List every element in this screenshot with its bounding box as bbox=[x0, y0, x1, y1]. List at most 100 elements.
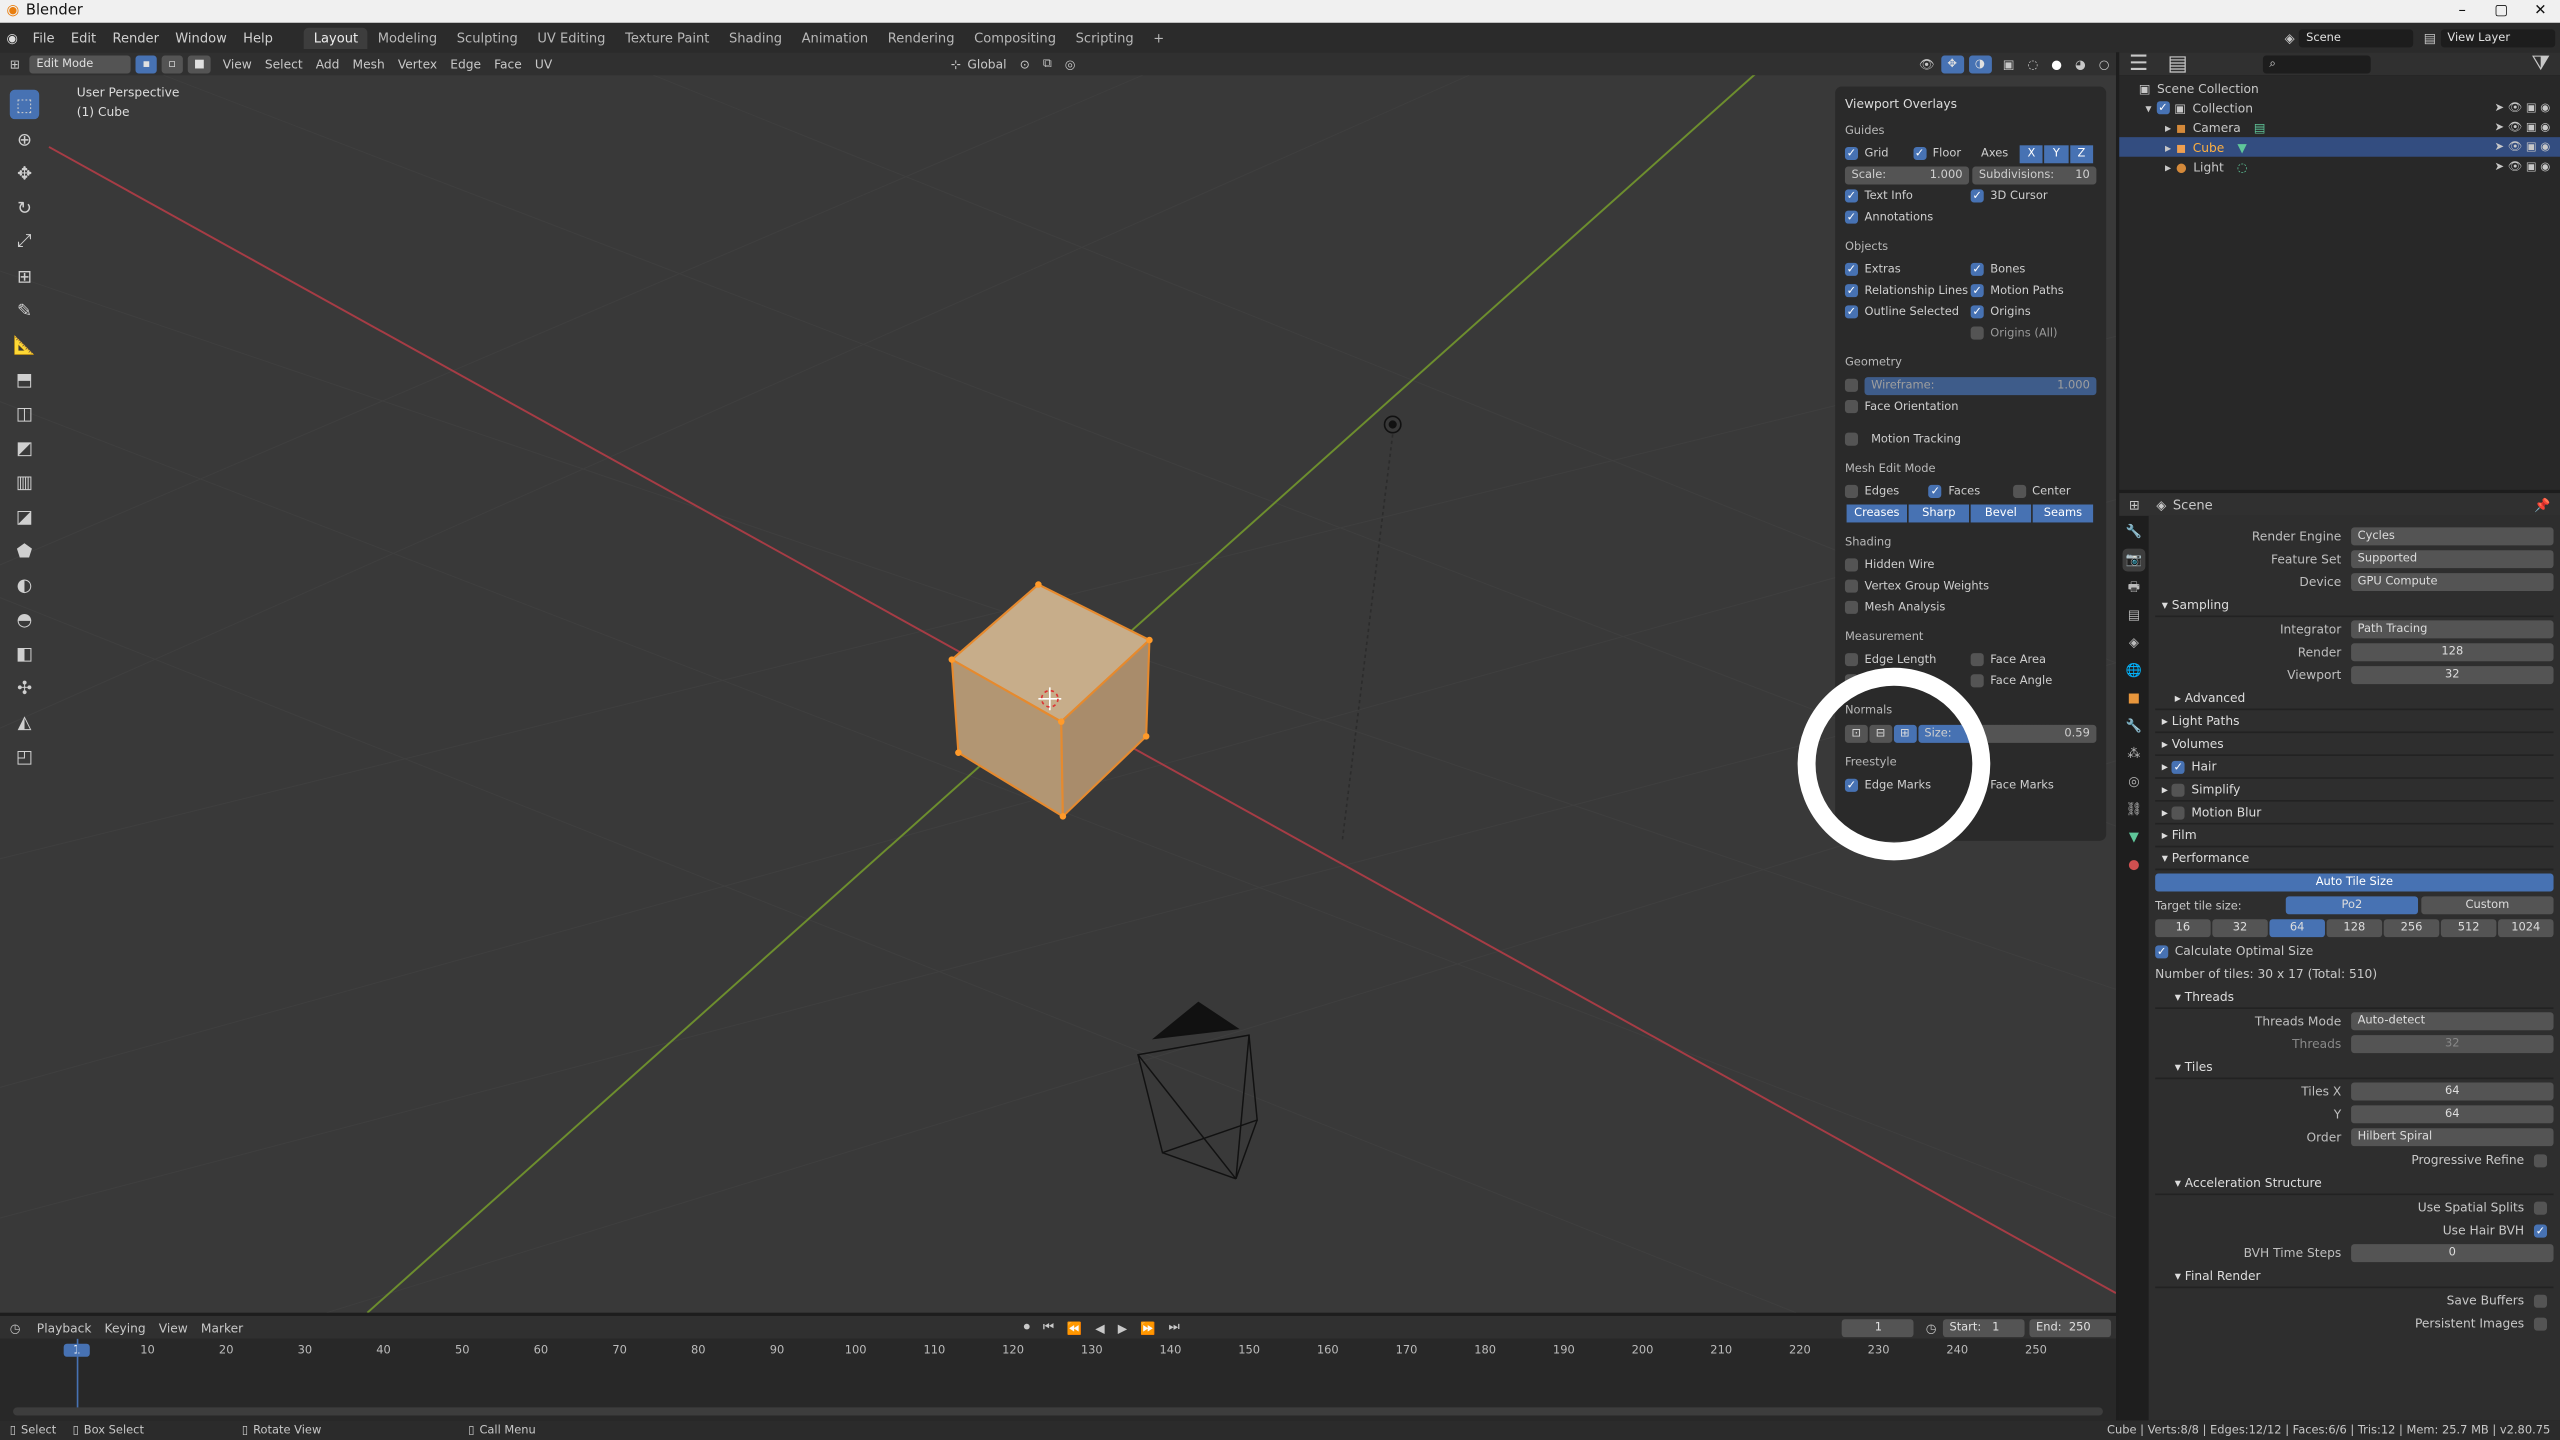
grid-scale-field[interactable]: Scale: 1.000 bbox=[1844, 165, 1970, 184]
device-dropdown[interactable]: GPU Compute bbox=[2351, 573, 2554, 592]
outliner-row-camera[interactable]: ▸ ◼ Camera ▤ ➤ 👁 ▣ ◉ bbox=[2119, 118, 2560, 138]
transform-tool-icon[interactable]: ⊞ bbox=[10, 261, 39, 290]
world-tab-icon[interactable]: 🌐 bbox=[2123, 660, 2146, 683]
poly-build-tool-icon[interactable]: ⬟ bbox=[10, 536, 39, 565]
timeline-area[interactable]: 1102030405060708090100110120130140150160… bbox=[0, 1338, 2116, 1421]
motion-paths-checkbox[interactable]: ✓ Motion Paths bbox=[1970, 284, 2097, 298]
axis-x-toggle[interactable]: X bbox=[2019, 144, 2044, 163]
face-angle-checkbox[interactable]: Face Angle bbox=[1970, 674, 2097, 688]
vertex-select-mode-button[interactable]: ▪ bbox=[135, 54, 157, 73]
feature-set-dropdown[interactable]: Supported bbox=[2351, 550, 2554, 569]
wireframe-slider[interactable]: Wireframe: 1.000 bbox=[1864, 376, 2097, 395]
grid-checkbox[interactable]: ✓ Grid bbox=[1844, 146, 1913, 161]
motion-tracking-checkbox[interactable]: Motion Tracking bbox=[1844, 432, 2096, 446]
data-tab-icon[interactable]: ▼ bbox=[2123, 826, 2146, 849]
progressive-refine-checkbox[interactable]: Progressive Refine bbox=[2155, 1149, 2553, 1170]
mode-selector[interactable]: Edit Mode bbox=[29, 54, 132, 73]
film-panel-header[interactable]: ▸ Film bbox=[2155, 825, 2554, 848]
viewport-menu-view[interactable]: View bbox=[216, 56, 258, 71]
outliner-row-scene-collection[interactable]: ▣ Scene Collection bbox=[2119, 78, 2560, 98]
workspace-tab-layout[interactable]: Layout bbox=[303, 26, 368, 49]
properties-editor-icon[interactable]: ⊞ bbox=[2119, 497, 2150, 512]
3d-viewport[interactable]: User Perspective (1) Cube bbox=[0, 75, 2116, 1313]
maximize-button[interactable]: ▢ bbox=[2482, 3, 2521, 19]
timeline-scrollbar[interactable] bbox=[13, 1407, 2103, 1416]
scene-tab-icon[interactable]: ◈ bbox=[2123, 632, 2146, 655]
row-icons[interactable]: ➤ 👁 ▣ ◉ bbox=[2495, 101, 2560, 114]
extras-checkbox[interactable]: ✓ Extras bbox=[1844, 262, 1971, 276]
render-tab-icon[interactable]: 📷 bbox=[2122, 548, 2146, 572]
edge-length-checkbox[interactable]: Edge Length bbox=[1844, 653, 1971, 667]
jump-start-icon[interactable]: ⏮ bbox=[1036, 1319, 1060, 1335]
viewport-menu-face[interactable]: Face bbox=[488, 56, 529, 71]
creases-toggle[interactable]: Creases bbox=[1846, 503, 1907, 522]
overlay-toggle-button[interactable]: ◑ bbox=[1968, 54, 1992, 73]
threads-panel-header[interactable]: ▾ Threads bbox=[2155, 986, 2554, 1010]
transform-orientation-selector[interactable]: Global bbox=[961, 56, 1013, 71]
vertex-group-weights-checkbox[interactable]: Vertex Group Weights bbox=[1844, 579, 2096, 593]
cursor-tool-icon[interactable]: ⊕ bbox=[10, 124, 39, 153]
pin-icon[interactable]: 📌 bbox=[2524, 497, 2560, 512]
tiles-y-field[interactable]: 64 bbox=[2351, 1105, 2554, 1124]
origins-all-checkbox[interactable]: Origins (All) bbox=[1970, 326, 2097, 340]
po2-toggle[interactable]: Po2 bbox=[2285, 896, 2419, 915]
face-marks-checkbox[interactable]: ✓ Face Marks bbox=[1970, 778, 2097, 792]
3d-cursor-checkbox[interactable]: ✓ 3D Cursor bbox=[1970, 189, 2097, 203]
outliner-row-collection[interactable]: ▾ ✓ ▣ Collection ➤ 👁 ▣ ◉ bbox=[2119, 98, 2560, 118]
inset-tool-icon[interactable]: ◫ bbox=[10, 398, 39, 427]
simplify-panel-header[interactable]: ▸ Simplify bbox=[2155, 779, 2554, 802]
bvh-time-steps-field[interactable]: 0 bbox=[2351, 1244, 2554, 1263]
sampling-panel-header[interactable]: ▾ Sampling bbox=[2155, 594, 2554, 618]
persistent-images-checkbox[interactable]: Persistent Images bbox=[2155, 1313, 2553, 1334]
viewport-samples-field[interactable]: 32 bbox=[2351, 666, 2554, 685]
wireframe-shading-icon[interactable]: ◌ bbox=[2021, 56, 2045, 71]
rotate-tool-icon[interactable]: ↻ bbox=[10, 193, 39, 222]
tool-tab-icon[interactable]: 🔧 bbox=[2123, 521, 2146, 544]
constraints-tab-icon[interactable]: ⛓ bbox=[2123, 798, 2146, 821]
spin-tool-icon[interactable]: ◐ bbox=[10, 570, 39, 599]
workspace-tab-compositing[interactable]: Compositing bbox=[964, 27, 1065, 48]
integrator-dropdown[interactable]: Path Tracing bbox=[2351, 620, 2554, 639]
modifier-tab-icon[interactable]: 🔧 bbox=[2123, 715, 2146, 738]
knife-tool-icon[interactable]: ◪ bbox=[10, 501, 39, 530]
prev-keyframe-icon[interactable]: ⏪ bbox=[1060, 1320, 1088, 1335]
tile-size-128[interactable]: 128 bbox=[2326, 919, 2383, 938]
gizmo-toggle-button[interactable]: ✥ bbox=[1940, 54, 1964, 73]
annotate-tool-icon[interactable]: ✎ bbox=[10, 296, 39, 325]
threads-mode-dropdown[interactable]: Auto-detect bbox=[2351, 1012, 2554, 1031]
play-reverse-icon[interactable]: ◀ bbox=[1089, 1320, 1112, 1335]
auto-tile-size-toggle[interactable]: Auto Tile Size bbox=[2155, 873, 2554, 892]
viewport-menu-edge[interactable]: Edge bbox=[444, 56, 488, 71]
save-buffers-checkbox[interactable]: Save Buffers bbox=[2155, 1290, 2553, 1311]
scene-selector[interactable]: Scene bbox=[2299, 28, 2414, 47]
edge-slide-tool-icon[interactable]: ◧ bbox=[10, 638, 39, 667]
solid-shading-icon[interactable]: ● bbox=[2045, 56, 2069, 71]
axis-z-toggle[interactable]: Z bbox=[2069, 144, 2094, 163]
sharp-toggle[interactable]: Sharp bbox=[1908, 503, 1970, 522]
face-area-checkbox[interactable]: Face Area bbox=[1970, 653, 2097, 667]
performance-panel-header[interactable]: ▾ Performance bbox=[2155, 847, 2554, 871]
relationship-lines-checkbox[interactable]: ✓ Relationship Lines bbox=[1844, 284, 1971, 298]
annotations-checkbox[interactable]: ✓ Annotations bbox=[1844, 210, 2096, 224]
bevel-tool-icon[interactable]: ◩ bbox=[10, 433, 39, 462]
material-shading-icon[interactable]: ◕ bbox=[2068, 56, 2092, 71]
tile-order-dropdown[interactable]: Hilbert Spiral bbox=[2351, 1128, 2554, 1147]
loop-cut-tool-icon[interactable]: ▥ bbox=[10, 467, 39, 496]
editor-type-icon[interactable]: ⊞ bbox=[0, 56, 30, 71]
scale-tool-icon[interactable]: ⤢ bbox=[10, 227, 39, 256]
measure-tool-icon[interactable]: 📐 bbox=[10, 330, 39, 359]
text-info-checkbox[interactable]: ✓ Text Info bbox=[1844, 189, 1971, 203]
custom-toggle[interactable]: Custom bbox=[2421, 896, 2554, 915]
hair-panel-header[interactable]: ▸ ✓ Hair bbox=[2155, 756, 2554, 779]
axis-y-toggle[interactable]: Y bbox=[2044, 144, 2069, 163]
mesh-analysis-checkbox[interactable]: Mesh Analysis bbox=[1844, 600, 2096, 614]
view-layer-icon[interactable]: ▤ bbox=[2419, 30, 2441, 45]
end-frame-field[interactable]: End: 250 bbox=[2029, 1318, 2112, 1337]
extrude-tool-icon[interactable]: ⬒ bbox=[10, 364, 39, 393]
final-render-panel-header[interactable]: ▾ Final Render bbox=[2155, 1265, 2554, 1289]
menu-edit[interactable]: Edit bbox=[63, 30, 105, 45]
view-layer-selector[interactable]: View Layer bbox=[2440, 28, 2556, 47]
tile-size-256[interactable]: 256 bbox=[2383, 919, 2440, 938]
tiles-x-field[interactable]: 64 bbox=[2351, 1082, 2554, 1101]
workspace-tab-uv-editing[interactable]: UV Editing bbox=[528, 27, 616, 48]
